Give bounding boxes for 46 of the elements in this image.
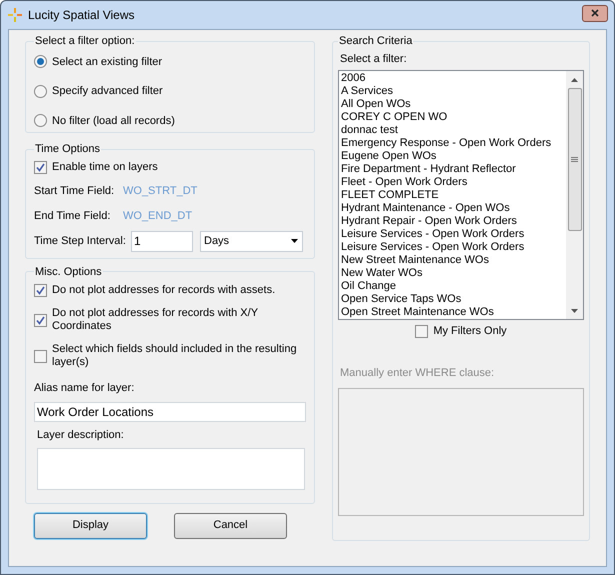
- group-label: Select a filter option:: [34, 34, 136, 49]
- list-item[interactable]: donnac test: [341, 124, 566, 137]
- option-label: Select an existing filter: [52, 54, 162, 70]
- list-label: Select a filter:: [340, 52, 408, 66]
- checkbox-label: Select which fields should included in the resulting layer(s): [52, 343, 298, 369]
- dialog-button[interactable]: Display: [34, 512, 147, 538]
- interval-field[interactable]: 1: [131, 230, 193, 252]
- list-item[interactable]: Leisure Services - Open Work Orders: [341, 241, 566, 254]
- option-label: Specify advanced filter: [52, 84, 163, 99]
- list-item[interactable]: Fleet - Open Work Orders: [341, 176, 566, 189]
- field-label: Manually enter WHERE clause:: [340, 366, 496, 381]
- window-title: Lucity Spatial Views: [28, 7, 134, 24]
- dialog-button[interactable]: Cancel: [174, 512, 287, 538]
- field-label: Alias name for layer:: [34, 381, 136, 396]
- unit-dropdown[interactable]: Days: [200, 230, 303, 252]
- group-label: Search Criteria: [338, 34, 414, 49]
- list-item[interactable]: Open Service Taps WOs: [341, 293, 566, 306]
- list-item[interactable]: Leisure Services - Open Work Orders: [341, 228, 566, 241]
- checkbox-label: Do not plot addresses for records with assets.: [52, 284, 276, 297]
- list-item[interactable]: Open Street Maintenance WOs: [341, 306, 566, 319]
- field-label: Layer description:: [37, 428, 125, 442]
- list-item[interactable]: COREY C OPEN WO: [341, 111, 566, 124]
- group-label: Time Options: [34, 142, 102, 157]
- field-label: End Time Field:: [34, 209, 112, 224]
- alias-field[interactable]: Work Order Locations: [34, 402, 306, 422]
- list-item[interactable]: FLEET COMPLETE: [341, 189, 566, 202]
- group-label: Misc. Options: [34, 264, 103, 280]
- checkbox-label: Do not plot addresses for records with X/Y Coordinates: [52, 307, 259, 333]
- list-item[interactable]: 2006: [341, 72, 566, 85]
- option-label: No filter (load all records): [52, 114, 175, 128]
- field-label: Start Time Field:: [34, 184, 116, 198]
- list-item[interactable]: Emergency Response - Open Work Orders: [341, 137, 566, 150]
- list-item[interactable]: New Street Maintenance WOs: [341, 254, 566, 267]
- field-label: Time Step Interval:: [34, 234, 127, 249]
- checkbox-label: My Filters Only: [433, 325, 507, 338]
- field-value: WO_END_DT: [123, 209, 192, 224]
- list-item[interactable]: A Services: [341, 85, 566, 98]
- list-item[interactable]: Fire Department - Hydrant Reflector: [341, 163, 566, 176]
- list-item[interactable]: New Water WOs: [341, 267, 566, 280]
- checkbox-label: Enable time on layers: [52, 160, 158, 174]
- list-item[interactable]: Eugene Open WOs: [341, 150, 566, 163]
- list-item[interactable]: All Open WOs: [341, 98, 566, 111]
- field-value: WO_STRT_DT: [123, 184, 198, 198]
- list-item[interactable]: Oil Change: [341, 280, 566, 293]
- list-item[interactable]: Hydrant Repair - Open Work Orders: [341, 215, 566, 228]
- list-item[interactable]: Hydrant Maintenance - Open WOs: [341, 202, 566, 215]
